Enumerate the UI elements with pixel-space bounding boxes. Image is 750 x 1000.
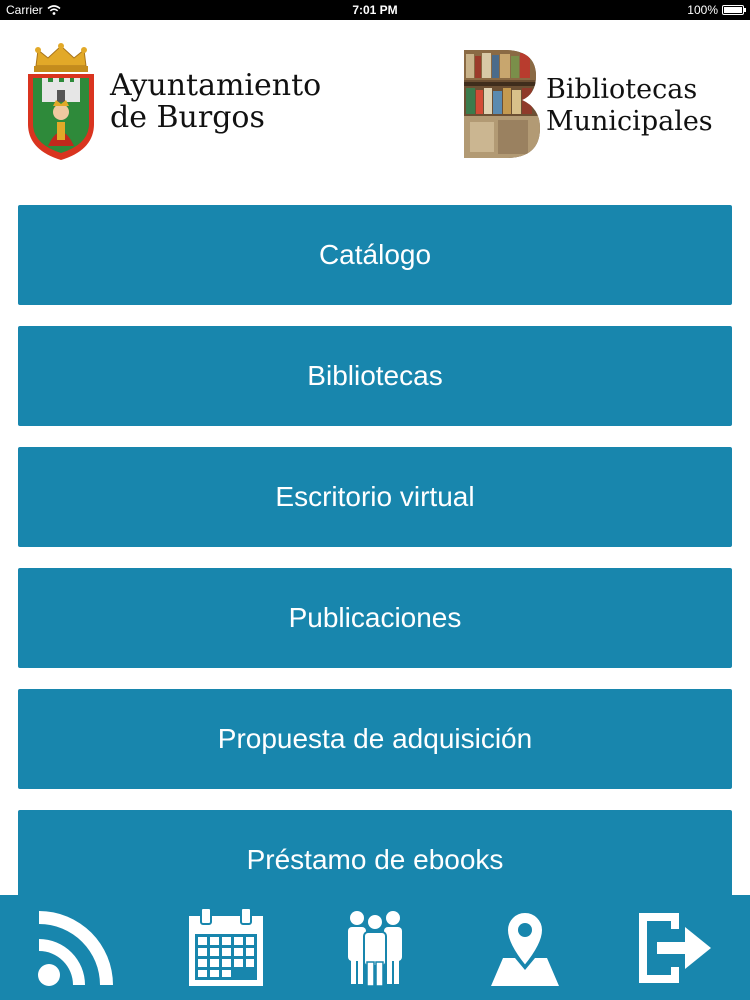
- rss-tab[interactable]: [36, 908, 116, 988]
- bibliotecas-logo: Bibliotecas Municipales: [464, 50, 744, 160]
- coat-of-arms-icon: [28, 43, 94, 160]
- logout-tab[interactable]: [634, 908, 714, 988]
- logout-icon: [639, 912, 711, 983]
- status-bar: Carrier 7:01 PM 100%: [0, 0, 750, 20]
- battery-indicator: 100%: [687, 3, 746, 17]
- main-menu: Catálogo Bibliotecas Escritorio virtual …: [18, 205, 732, 931]
- bibliotecas-line2: Municipales: [546, 106, 713, 137]
- bibliotecas-button[interactable]: Bibliotecas: [18, 326, 732, 426]
- status-time: 7:01 PM: [352, 3, 398, 17]
- battery-icon: [722, 5, 746, 15]
- publicaciones-button[interactable]: Publicaciones: [18, 568, 732, 668]
- map-tab[interactable]: [485, 908, 565, 988]
- catalogo-button[interactable]: Catálogo: [18, 205, 732, 305]
- map-marker-icon: [490, 910, 559, 986]
- battery-label: 100%: [687, 3, 718, 17]
- rss-icon: [38, 910, 113, 986]
- ayuntamiento-line1: Ayuntamiento: [110, 68, 322, 103]
- ayuntamiento-line2: de Burgos: [110, 100, 265, 135]
- calendar-icon: [188, 907, 263, 986]
- group-icon: [348, 910, 402, 987]
- books-letter-b-icon: [464, 50, 540, 158]
- bibliotecas-line1: Bibliotecas: [546, 74, 698, 105]
- ayuntamiento-name: Ayuntamiento de Burgos: [110, 70, 321, 134]
- ayuntamiento-logo: Ayuntamiento de Burgos: [26, 42, 336, 162]
- group-tab[interactable]: [335, 908, 415, 988]
- bibliotecas-name: Bibliotecas Municipales: [546, 74, 713, 138]
- escritorio-virtual-button[interactable]: Escritorio virtual: [18, 447, 732, 547]
- bottom-tab-bar: [0, 895, 750, 1000]
- calendar-tab[interactable]: [186, 907, 266, 988]
- propuesta-adquisicion-button[interactable]: Propuesta de adquisición: [18, 689, 732, 789]
